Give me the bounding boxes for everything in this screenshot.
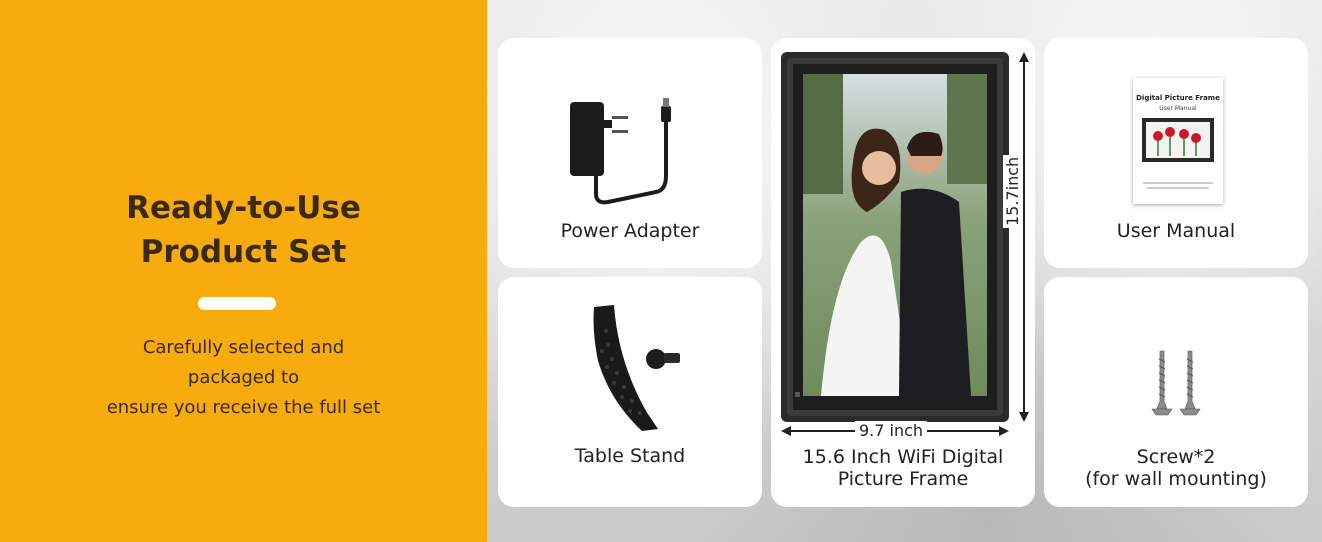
manual-text-line [1143,182,1213,184]
title-divider [198,297,276,310]
table-stand-label: Table Stand [574,445,686,467]
subtitle: Carefully selected and packaged to ensur… [0,333,487,423]
manual-subtitle: User Manual [1159,105,1197,112]
subtitle-line-2: packaged to [187,367,300,388]
subtitle-line-3: ensure you receive the full set [106,397,381,418]
frame-label-line-2: Picture Frame [837,468,969,490]
manual-title: Digital Picture Frame [1136,94,1220,102]
card-table-stand: Table Stand [498,277,762,507]
product-grid: Power Adapter Table Stand 15.7inch 9.7 i… [487,0,1322,542]
screw-label-line-1: Screw*2 [1136,446,1216,468]
digital-frame-image [781,52,1009,422]
screws-icon [1150,349,1204,419]
width-label: 9.7 inch [855,421,928,440]
power-adapter-label: Power Adapter [560,220,700,242]
title-line-1: Ready-to-Use [126,190,361,226]
height-arrow [1018,52,1030,422]
screw-label-line-2: (for wall mounting) [1085,468,1267,490]
card-screws: Screw*2 (for wall mounting) [1044,277,1308,507]
power-adapter-icon [566,96,686,211]
manual-cover-image [1142,118,1214,162]
page-title: Ready-to-Use Product Set [0,186,487,274]
card-power-adapter: Power Adapter [498,38,762,268]
user-manual-label: User Manual [1116,220,1236,242]
frame-label-line-1: 15.6 Inch WiFi Digital [802,446,1004,468]
card-picture-frame: 15.7inch 9.7 inch 15.6 Inch WiFi Digital… [771,38,1035,507]
manual-text-line [1147,187,1209,189]
subtitle-line-1: Carefully selected and [142,337,345,358]
title-line-2: Product Set [140,234,347,270]
height-label: 15.7inch [1003,154,1022,228]
user-manual-icon: Digital Picture Frame User Manual [1133,78,1223,204]
intro-panel: Ready-to-Use Product Set Carefully selec… [0,0,487,542]
table-stand-icon [580,301,700,431]
card-user-manual: Digital Picture Frame User Manual User M… [1044,38,1308,268]
